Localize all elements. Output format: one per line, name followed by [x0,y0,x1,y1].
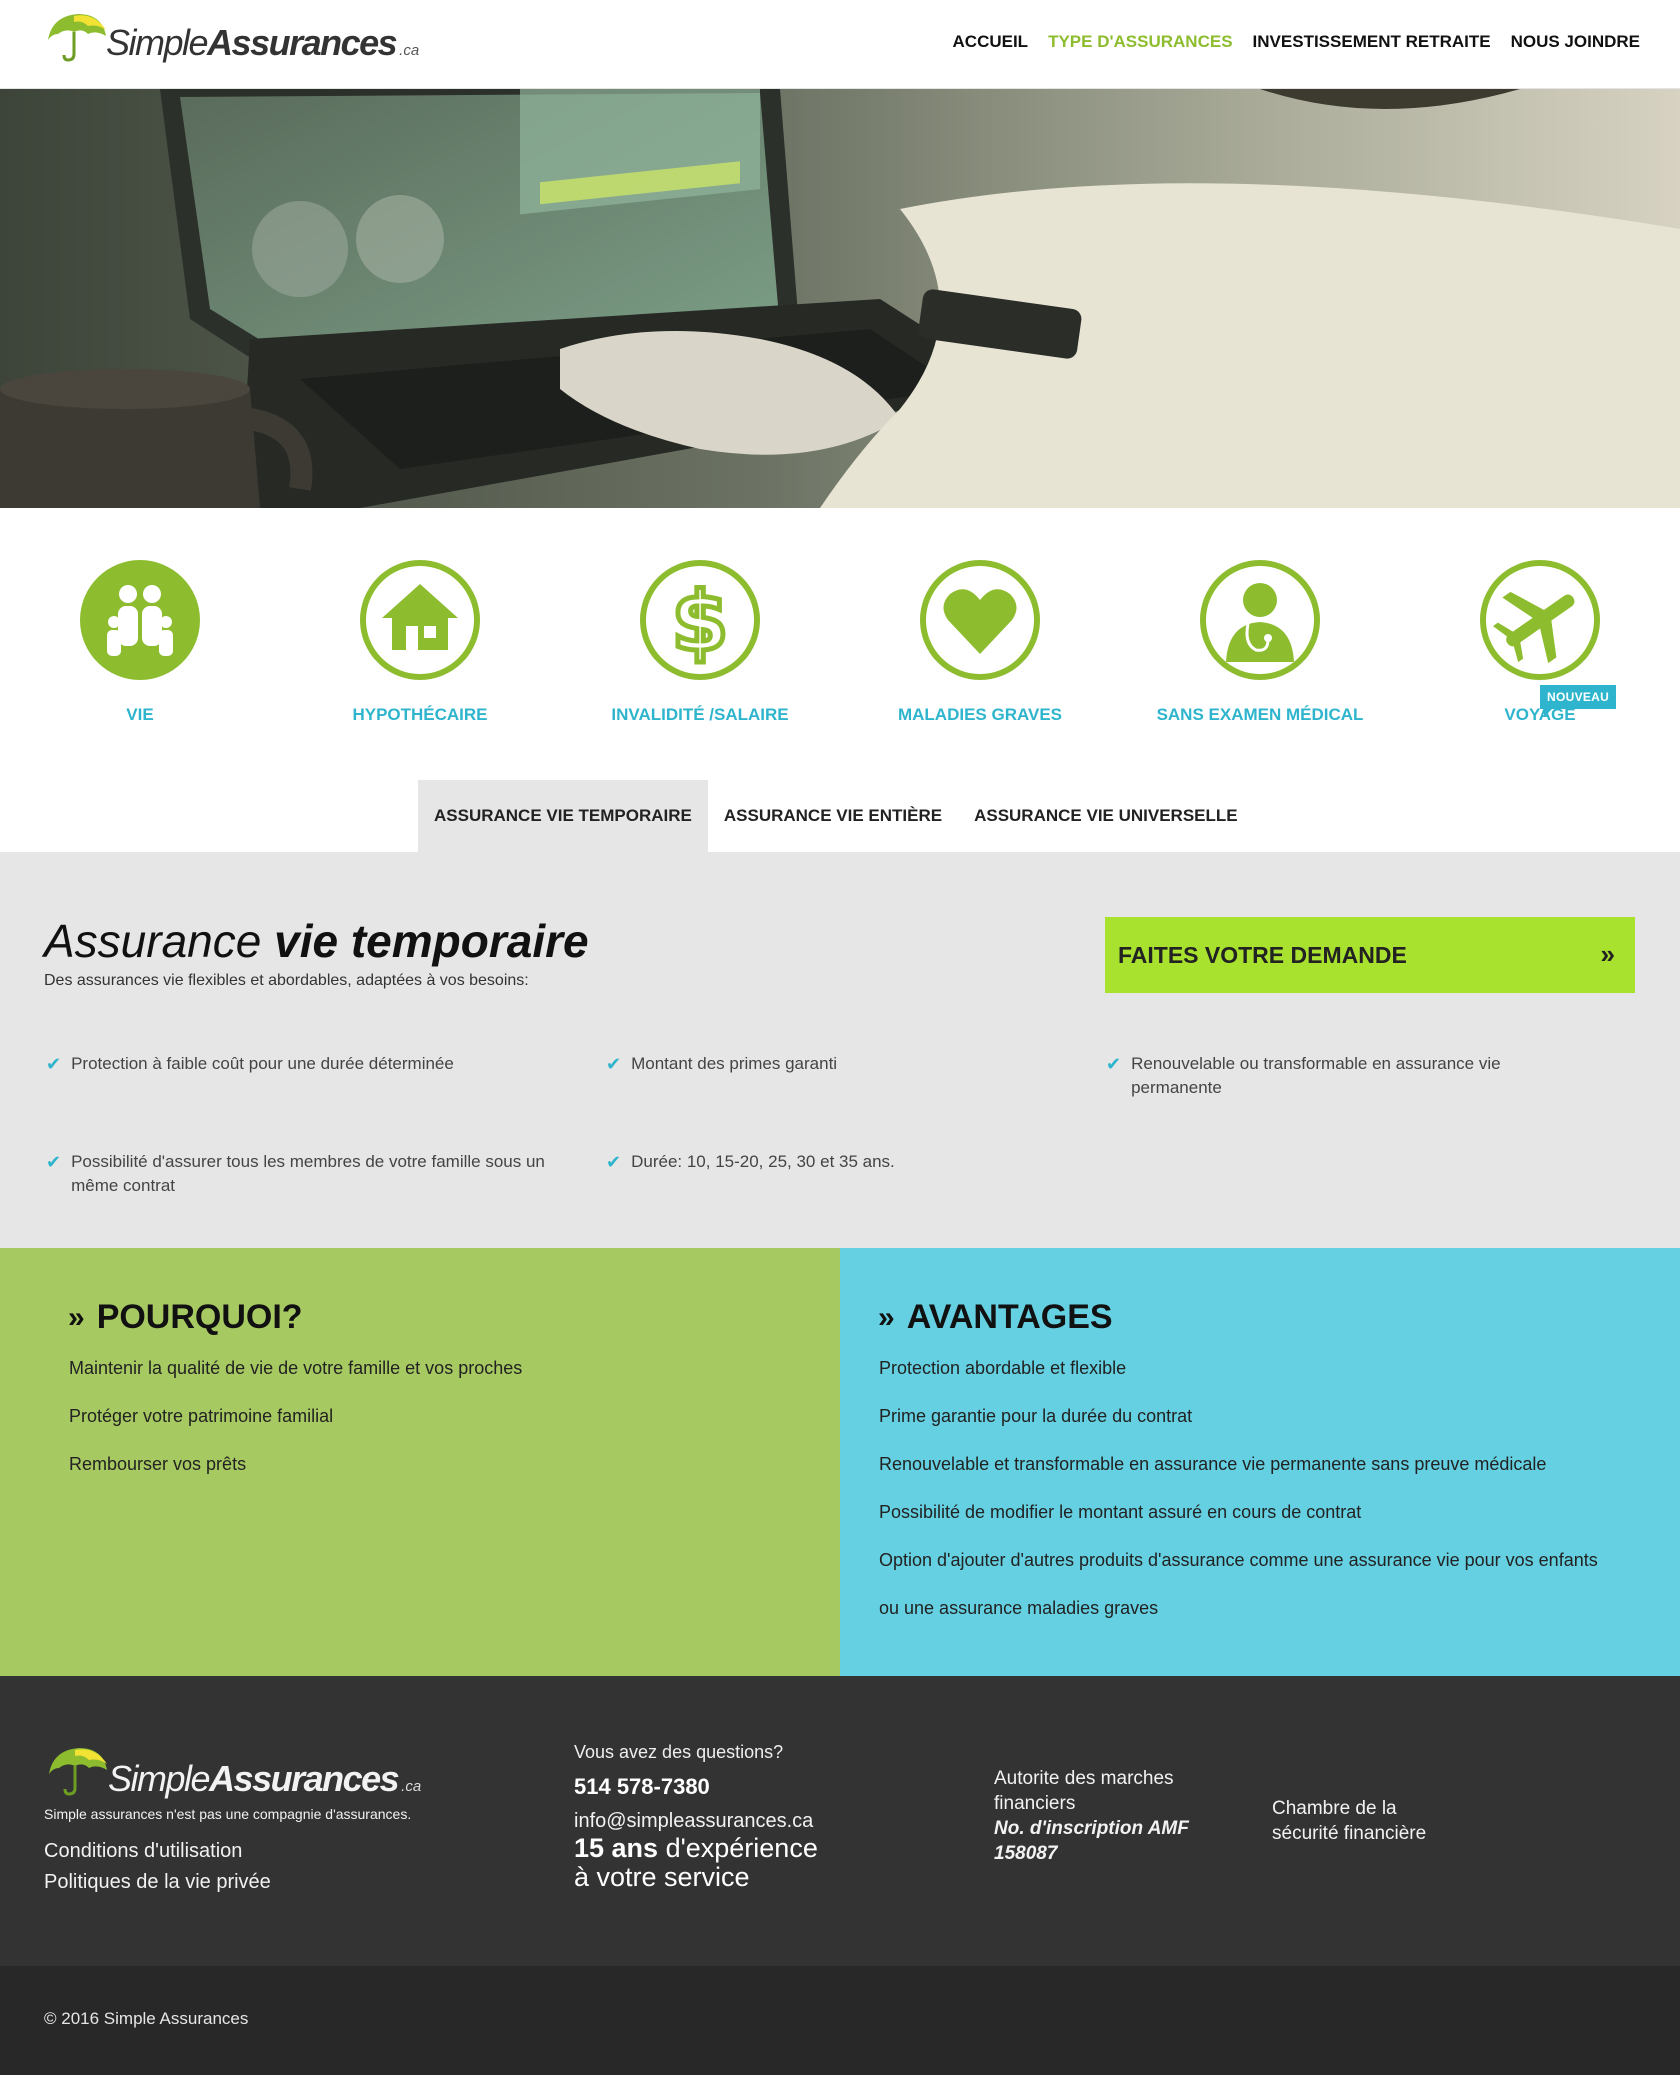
doctor-icon [1200,560,1320,680]
avantages-list: Protection abordable et flexible Prime g… [879,1356,1598,1644]
site-logo[interactable]: SimpleAssurances .ca [44,8,434,64]
nav-accueil[interactable]: ACCUEIL [953,32,1029,52]
apply-button[interactable]: FAITES VOTRE DEMANDE » [1105,917,1635,993]
tab-panel: Assurance vie temporaire Des assurances … [0,852,1680,1248]
panel-title: Assurance vie temporaire [44,915,589,967]
new-badge: NOUVEAU [1540,685,1617,717]
double-chevron-right-icon: » [1600,939,1615,969]
footer-bottom-bar: © 2016 Simple Assurances [0,1966,1680,2075]
category-hypothecaire[interactable]: HYPOTHÉCAIRE [280,558,560,725]
footer-phone[interactable]: 514 578-7380 [574,1774,710,1800]
avantages-heading: » AVANTAGES [878,1298,1113,1336]
site-footer: SimpleAssurances .ca Simple assurances n'… [0,1676,1680,1966]
category-label: HYPOTHÉCAIRE [352,705,488,724]
list-item: Option d'ajouter d'autres produits d'ass… [879,1550,1598,1570]
copyright: © 2016 Simple Assurances [44,2009,249,2028]
main-nav: ACCUEIL TYPE D'ASSURANCES INVESTISSEMENT… [953,32,1640,52]
list-item: Prime garantie pour la durée du contrat [879,1406,1193,1426]
double-chevron-right-icon: » [68,1300,85,1334]
check-icon: ✔ [606,1152,622,1172]
category-label: INVALIDITÉ /SALAIRE [611,705,789,724]
feature-item: ✔ Durée: 10, 15-20, 25, 30 et 35 ans. [606,1152,895,1172]
heart-icon [920,560,1040,680]
list-item: Protéger votre patrimoine familial [69,1406,334,1426]
site-header: SimpleAssurances .ca ACCUEIL TYPE D'ASSUR… [0,0,1680,89]
footer-amf: Autorite des marches financiers No. d'in… [994,1768,1189,1864]
check-icon: ✔ [1106,1054,1122,1074]
pourquoi-list: Maintenir la qualité de vie de votre fam… [69,1356,522,1500]
category-label: VIE [126,705,154,724]
footer-csf: Chambre de la sécurité financière [1272,1798,1427,1844]
check-icon: ✔ [46,1152,62,1172]
nav-investissement-retraite[interactable]: INVESTISSEMENT RETRAITE [1253,32,1491,52]
feature-item: ✔ Protection à faible coût pour une duré… [46,1054,454,1074]
umbrella-logo-icon [49,1748,107,1796]
apply-button-label: FAITES VOTRE DEMANDE [1118,942,1407,968]
insurance-categories: VIE HYPOTHÉCAIRE $ INVALIDITÉ /SALAIRE M… [0,508,1680,778]
family-icon [80,560,200,680]
tab-assurance-vie-temporaire[interactable]: ASSURANCE VIE TEMPORAIRE [418,780,708,852]
feature-item: ✔ Possibilité d'assurer tous les membres… [46,1152,545,1195]
privacy-link[interactable]: Politiques de la vie privée [44,1871,271,1894]
list-item: Possibilité de modifier le montant assur… [879,1502,1362,1522]
tab-assurance-vie-universelle[interactable]: ASSURANCE VIE UNIVERSELLE [958,780,1254,852]
avantages-section: » AVANTAGES Protection abordable et flex… [840,1248,1680,1676]
double-chevron-right-icon: » [878,1300,895,1334]
category-invalidite-salaire[interactable]: $ INVALIDITÉ /SALAIRE [560,558,840,725]
feature-item: ✔ Renouvelable ou transformable en assur… [1106,1054,1501,1097]
footer-questions: Vous avez des questions? [574,1742,784,1762]
logo-wordmark: SimpleAssurances .ca [108,1758,422,1799]
house-icon [360,560,480,680]
panel-subtitle: Des assurances vie flexibles et abordabl… [44,972,529,989]
laptop-photo-illustration [0,89,1680,508]
list-item: Protection abordable et flexible [879,1358,1127,1378]
category-vie[interactable]: VIE [0,558,280,725]
category-sans-examen-medical[interactable]: SANS EXAMEN MÉDICAL [1120,558,1400,725]
category-maladies-graves[interactable]: MALADIES GRAVES [840,558,1120,725]
check-icon: ✔ [606,1054,622,1074]
category-label: MALADIES GRAVES [897,705,1063,724]
footer-email[interactable]: info@simpleassurances.ca [574,1810,813,1833]
terms-link[interactable]: Conditions d'utilisation [44,1840,242,1863]
hero-image [0,89,1680,508]
footer-experience: 15 ans d'expérience à votre service [574,1833,818,1892]
umbrella-logo-icon [48,14,106,62]
svg-text:$: $ [671,575,728,670]
category-label: SANS EXAMEN MÉDICAL [1156,705,1364,724]
check-icon: ✔ [46,1054,62,1074]
insurance-tabs: ASSURANCE VIE TEMPORAIRE ASSURANCE VIE E… [418,780,1254,852]
feature-item: ✔ Montant des primes garanti [606,1054,838,1074]
category-voyage[interactable]: NOUVEAU VOYAGE [1400,558,1680,725]
footer-logo[interactable]: SimpleAssurances .ca [44,1742,464,1799]
nav-type-assurances[interactable]: TYPE D'ASSURANCES [1048,32,1232,52]
list-item: ou une assurance maladies graves [879,1598,1159,1618]
list-item: Maintenir la qualité de vie de votre fam… [69,1358,523,1378]
pourquoi-section: » POURQUOI? Maintenir la qualité de vie … [0,1248,840,1676]
airplane-icon [1480,560,1600,680]
tab-assurance-vie-entiere[interactable]: ASSURANCE VIE ENTIÈRE [708,780,958,852]
list-item: Rembourser vos prêts [69,1454,247,1474]
dollar-icon: $ [640,560,760,680]
nav-nous-joindre[interactable]: NOUS JOINDRE [1511,32,1640,52]
pourquoi-heading: » POURQUOI? [68,1298,303,1336]
logo-wordmark: SimpleAssurances .ca [106,22,420,63]
footer-tagline: Simple assurances n'est pas une compagni… [44,1806,412,1822]
list-item: Renouvelable et transformable en assuran… [879,1454,1547,1474]
